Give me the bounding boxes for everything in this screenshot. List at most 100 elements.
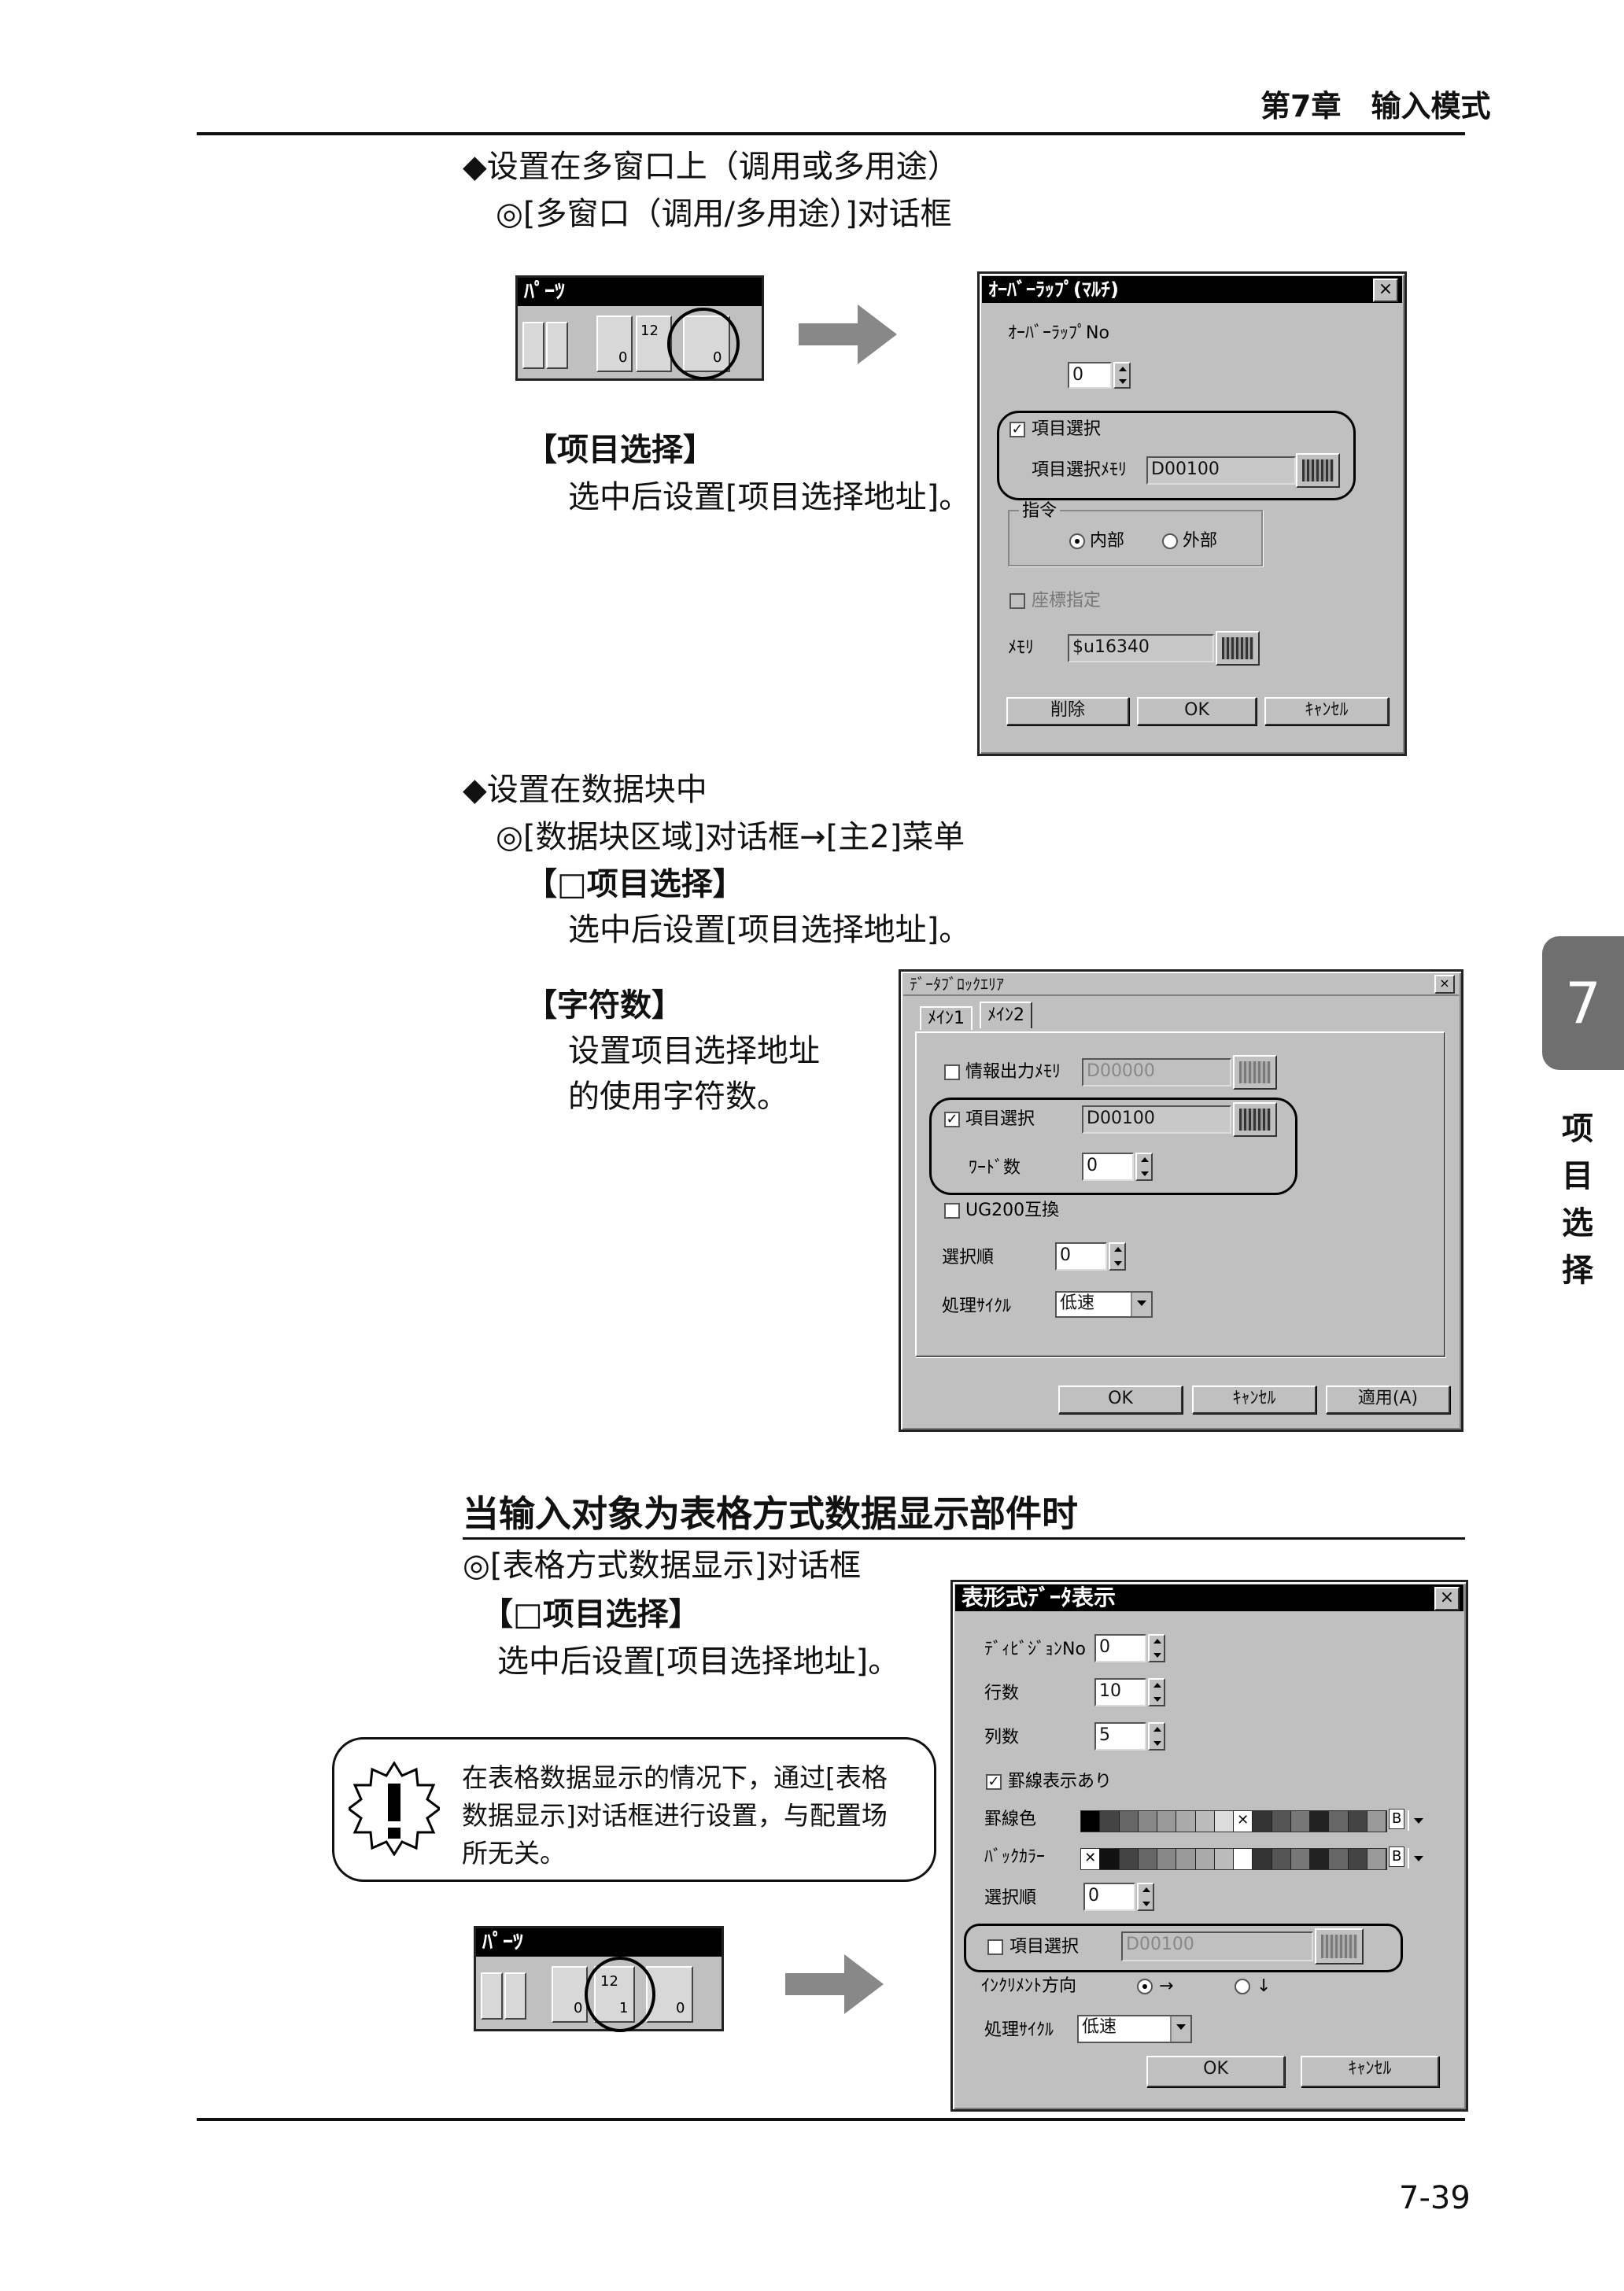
overlap-no-label: ｵｰﾊﾞｰﾗｯﾌﾟNo xyxy=(1008,323,1109,343)
cancel-button[interactable]: ｷｬﾝｾﾙ xyxy=(1192,1385,1316,1414)
back-color-b-label: B xyxy=(1389,1846,1405,1867)
rows-label: 行数 xyxy=(984,1684,1020,1703)
note-line3: 所无关。 xyxy=(462,1838,566,1869)
ug200-checkbox[interactable] xyxy=(944,1203,960,1219)
division-label: ﾃﾞｨﾋﾞｼﾞｮﾝNo xyxy=(984,1640,1086,1659)
chevron-down-icon[interactable] xyxy=(1170,2016,1190,2042)
cols-spinner[interactable] xyxy=(1148,1722,1165,1751)
header-rule xyxy=(197,132,1465,135)
radio-inc-down-label: ↓ xyxy=(1257,1976,1272,1996)
parts-toolbar: ﾊﾟｰﾂ 0 12 1 0 xyxy=(474,1926,724,2032)
parts-item-button[interactable]: 0 xyxy=(596,315,633,372)
grid-color-dropdown[interactable] xyxy=(1408,1810,1428,1831)
select-order-input[interactable]: 0 xyxy=(1055,1242,1107,1271)
radio-inc-down[interactable] xyxy=(1235,1979,1250,1994)
close-icon[interactable]: × xyxy=(1434,1587,1460,1610)
radio-inc-right[interactable] xyxy=(1137,1979,1153,1994)
chevron-down-icon[interactable] xyxy=(1409,1848,1428,1869)
scroll-up-button[interactable] xyxy=(522,322,544,369)
division-spinner[interactable] xyxy=(1148,1634,1165,1662)
scroll-down-button[interactable] xyxy=(546,322,568,369)
select-order-input[interactable]: 0 xyxy=(1083,1883,1135,1911)
grid-color-palette[interactable]: ✕ xyxy=(1080,1810,1387,1832)
cycle-label: 処理ｻｲｸﾙ xyxy=(942,1297,1012,1316)
ok-button[interactable]: OK xyxy=(1058,1385,1183,1414)
overlap-no-spinner[interactable] xyxy=(1113,362,1131,389)
info-mem-input[interactable]: D00000 xyxy=(1082,1058,1231,1086)
radio-external-label: 外部 xyxy=(1183,531,1218,551)
back-color-palette[interactable]: ✕ xyxy=(1080,1848,1387,1870)
page-number: 7-39 xyxy=(1399,2180,1471,2216)
info-mem-label: 情報出力ﾒﾓﾘ xyxy=(965,1062,1061,1082)
right-arrow-icon xyxy=(785,1954,884,2014)
datablock-dialog: ﾃﾞｰﾀﾌﾞﾛｯｸｴﾘｱ × ﾒｲﾝ1 ﾒｲﾝ2 情報出力ﾒﾓﾘ D00000 … xyxy=(899,969,1463,1432)
parts-title: ﾊﾟｰﾂ xyxy=(518,278,762,306)
section1-bullet: ◆设置在多窗口上（调用或多用途） xyxy=(463,149,959,185)
dialog-title: ｵｰﾊﾞｰﾗｯﾌﾟ(ﾏﾙﾁ) xyxy=(982,276,1402,303)
coord-checkbox[interactable] xyxy=(1009,593,1025,609)
tab-main1[interactable]: ﾒｲﾝ1 xyxy=(920,1006,973,1030)
chapter-header: 第7章 输入模式 xyxy=(1260,89,1491,124)
grid-color-label: 罫線色 xyxy=(984,1810,1037,1829)
info-mem-checkbox[interactable] xyxy=(944,1064,960,1080)
tab-main2[interactable]: ﾒｲﾝ2 xyxy=(980,1002,1032,1028)
radio-internal[interactable] xyxy=(1069,533,1085,549)
parts-title: ﾊﾟｰﾂ xyxy=(476,1928,722,1957)
section2-count-desc2: 的使用字符数。 xyxy=(568,1079,788,1115)
chapter-tab: 7 xyxy=(1542,936,1624,1070)
chapter-vertical-title: 项 目 选 择 xyxy=(1562,1111,1593,1289)
section2-item-desc: 选中后设置[项目选择地址]。 xyxy=(568,912,971,948)
ok-button[interactable]: OK xyxy=(1137,697,1257,725)
parts-toolbar: ﾊﾟｰﾂ 0 12 0 xyxy=(515,275,764,381)
scroll-up-button[interactable] xyxy=(481,1972,503,2020)
section3-heading: 当输入对象为表格方式数据显示部件时 xyxy=(463,1492,1078,1535)
delete-button[interactable]: 削除 xyxy=(1006,697,1129,725)
select-order-spinner[interactable] xyxy=(1137,1883,1154,1911)
radio-inc-right-label: → xyxy=(1159,1976,1174,1996)
calculator-icon[interactable] xyxy=(1216,631,1260,666)
select-order-spinner[interactable] xyxy=(1109,1242,1126,1271)
close-icon[interactable]: × xyxy=(1434,975,1455,994)
section3-item-title: 【□项目选择】 xyxy=(482,1596,700,1632)
overlap-no-input[interactable]: 0 xyxy=(1068,362,1112,389)
division-input[interactable]: 0 xyxy=(1094,1634,1146,1662)
apply-button[interactable]: 適用(A) xyxy=(1326,1385,1450,1414)
grid-show-checkbox[interactable]: ✓ xyxy=(986,1774,1002,1790)
footer-rule xyxy=(197,2118,1465,2121)
warning-icon xyxy=(349,1762,440,1856)
section3-path: ◎[表格方式数据显示]对话框 xyxy=(463,1548,862,1584)
grid-color-b-label: B xyxy=(1389,1809,1405,1829)
section1-path: ◎[多窗口（调用/多用途）]对话框 xyxy=(496,196,952,232)
overlap-dialog: ｵｰﾊﾞｰﾗｯﾌﾟ(ﾏﾙﾁ) × ｵｰﾊﾞｰﾗｯﾌﾟNo 0 ✓ 項目選択 項目… xyxy=(977,271,1407,756)
radio-external[interactable] xyxy=(1162,533,1178,549)
chevron-down-icon[interactable] xyxy=(1131,1293,1151,1316)
highlight-oval xyxy=(964,1924,1403,1972)
cancel-button[interactable]: ｷｬﾝｾﾙ xyxy=(1264,697,1389,725)
section2-count-desc1: 设置项目选择地址 xyxy=(568,1033,820,1069)
scroll-down-button[interactable] xyxy=(504,1972,526,2020)
rows-spinner[interactable] xyxy=(1148,1678,1165,1706)
section2-count-title: 【字符数】 xyxy=(526,987,683,1024)
cycle-select[interactable]: 低速 xyxy=(1077,2015,1192,2043)
note-line1: 在表格数据显示的情况下，通过[表格 xyxy=(462,1762,888,1793)
memory-label: ﾒﾓﾘ xyxy=(1008,638,1035,658)
cycle-select[interactable]: 低速 xyxy=(1055,1291,1153,1318)
memory-input[interactable]: $u16340 xyxy=(1068,634,1214,662)
highlight-circle xyxy=(667,308,740,380)
select-order-label: 選択順 xyxy=(984,1888,1037,1908)
section2-item-title: 【□项目选择】 xyxy=(526,866,744,902)
parts-item-button[interactable]: 0 xyxy=(552,1966,588,2023)
back-color-dropdown[interactable] xyxy=(1408,1848,1428,1869)
ug200-label: UG200互換 xyxy=(965,1201,1060,1220)
close-icon[interactable]: × xyxy=(1373,279,1398,302)
right-arrow-icon xyxy=(799,304,897,364)
section1-item-desc: 选中后设置[项目选择地址]。 xyxy=(568,479,971,515)
cols-input[interactable]: 5 xyxy=(1094,1722,1146,1751)
cancel-button[interactable]: ｷｬﾝｾﾙ xyxy=(1301,2056,1439,2087)
calculator-icon[interactable] xyxy=(1233,1055,1277,1090)
select-order-label: 選択順 xyxy=(942,1248,995,1267)
ok-button[interactable]: OK xyxy=(1146,2056,1285,2087)
chevron-down-icon[interactable] xyxy=(1409,1810,1428,1831)
radio-internal-label: 内部 xyxy=(1090,531,1125,551)
rows-input[interactable]: 10 xyxy=(1094,1678,1146,1706)
